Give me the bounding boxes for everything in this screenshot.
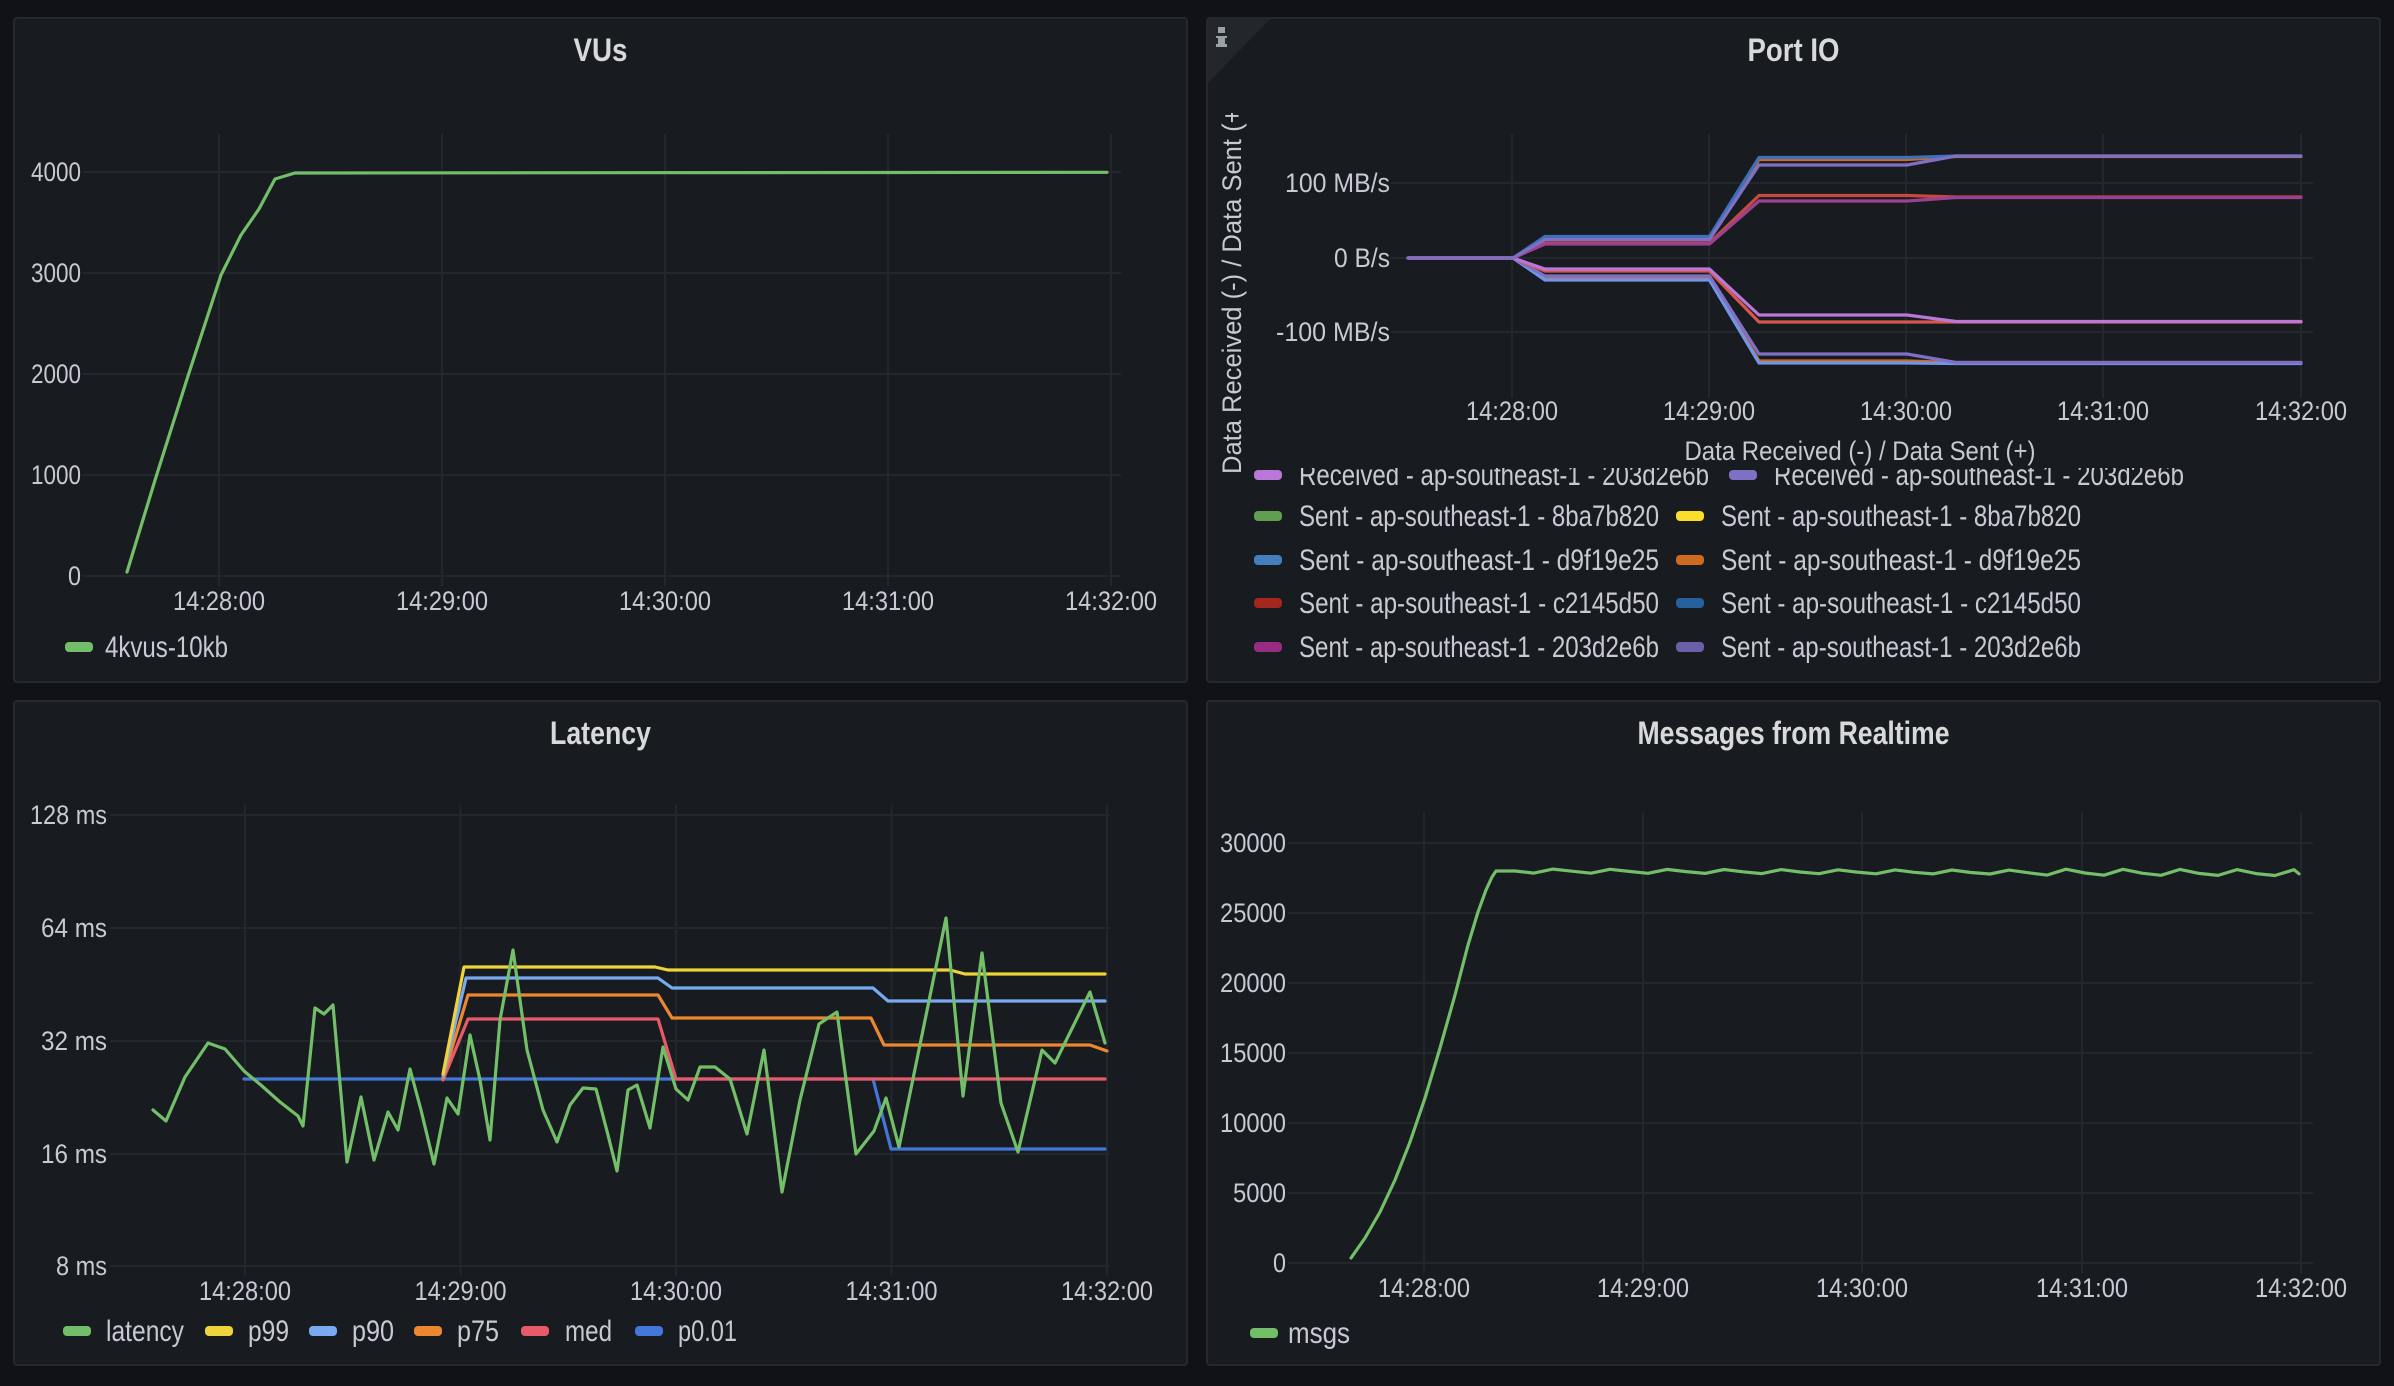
- svg-text:Sent - ap-southeast-1 - c2145d: Sent - ap-southeast-1 - c2145d50: [1721, 587, 2081, 620]
- svg-text:latency: latency: [106, 1315, 184, 1348]
- svg-text:3000: 3000: [31, 258, 81, 288]
- svg-text:0 B/s: 0 B/s: [1334, 243, 1390, 273]
- svg-text:Sent - ap-southeast-1 - c2145d: Sent - ap-southeast-1 - c2145d50: [1299, 587, 1659, 620]
- svg-text:VUs: VUs: [574, 32, 628, 68]
- svg-text:p0.01: p0.01: [678, 1315, 737, 1348]
- svg-text:14:30:00: 14:30:00: [1860, 396, 1952, 426]
- svg-text:14:28:00: 14:28:00: [199, 1276, 291, 1306]
- svg-text:14:32:00: 14:32:00: [1061, 1276, 1153, 1306]
- svg-text:15000: 15000: [1220, 1038, 1286, 1068]
- svg-text:Sent - ap-southeast-1 - d9f19e: Sent - ap-southeast-1 - d9f19e25: [1299, 544, 1659, 577]
- svg-text:med: med: [565, 1315, 612, 1348]
- svg-text:Sent - ap-southeast-1 - 8ba7b8: Sent - ap-southeast-1 - 8ba7b820: [1721, 500, 2081, 533]
- svg-text:14:32:00: 14:32:00: [2255, 1273, 2347, 1303]
- svg-text:14:30:00: 14:30:00: [1816, 1273, 1908, 1303]
- svg-text:2000: 2000: [31, 359, 81, 389]
- svg-text:Sent - ap-southeast-1 - 203d2e: Sent - ap-southeast-1 - 203d2e6b: [1721, 631, 2081, 664]
- svg-text:14:29:00: 14:29:00: [1597, 1273, 1689, 1303]
- svg-text:p75: p75: [457, 1315, 499, 1348]
- svg-text:14:28:00: 14:28:00: [173, 586, 265, 616]
- svg-text:14:31:00: 14:31:00: [846, 1276, 938, 1306]
- svg-text:14:32:00: 14:32:00: [2255, 396, 2347, 426]
- svg-text:Sent - ap-southeast-1 - 203d2e: Sent - ap-southeast-1 - 203d2e6b: [1299, 631, 1659, 664]
- svg-text:p99: p99: [248, 1315, 289, 1348]
- svg-text:14:28:00: 14:28:00: [1378, 1273, 1470, 1303]
- svg-text:14:30:00: 14:30:00: [630, 1276, 722, 1306]
- svg-text:-100 MB/s: -100 MB/s: [1276, 317, 1390, 347]
- svg-text:14:30:00: 14:30:00: [619, 586, 711, 616]
- svg-text:Messages from Realtime: Messages from Realtime: [1638, 715, 1950, 751]
- svg-text:30000: 30000: [1220, 828, 1286, 858]
- svg-text:Port IO: Port IO: [1748, 32, 1840, 68]
- svg-text:0: 0: [68, 561, 81, 591]
- svg-text:8 ms: 8 ms: [56, 1251, 107, 1281]
- svg-text:10000: 10000: [1220, 1108, 1286, 1138]
- svg-text:Data Received (-) / Data Sent: Data Received (-) / Data Sent (+): [1685, 436, 2036, 466]
- svg-text:14:29:00: 14:29:00: [396, 586, 488, 616]
- svg-text:4000: 4000: [31, 157, 81, 187]
- svg-text:5000: 5000: [1233, 1178, 1286, 1208]
- svg-text:Received - ap-southeast-1 - 20: Received - ap-southeast-1 - 203d2e6b: [1299, 459, 1709, 492]
- svg-text:14:28:00: 14:28:00: [1466, 396, 1558, 426]
- svg-text:p90: p90: [352, 1315, 394, 1348]
- svg-text:100 MB/s: 100 MB/s: [1285, 168, 1390, 198]
- svg-text:14:29:00: 14:29:00: [1663, 396, 1755, 426]
- svg-text:20000: 20000: [1220, 968, 1286, 998]
- svg-text:4kvus-10kb: 4kvus-10kb: [105, 631, 228, 664]
- svg-text:14:31:00: 14:31:00: [842, 586, 934, 616]
- svg-text:14:29:00: 14:29:00: [415, 1276, 507, 1306]
- svg-text:14:31:00: 14:31:00: [2036, 1273, 2128, 1303]
- svg-text:128 ms: 128 ms: [30, 800, 107, 830]
- svg-text:14:31:00: 14:31:00: [2057, 396, 2149, 426]
- svg-text:32 ms: 32 ms: [41, 1026, 107, 1056]
- svg-text:Data Received (-) / Data Sent: Data Received (-) / Data Sent (+): [1217, 100, 1247, 474]
- svg-text:Sent - ap-southeast-1 - d9f19e: Sent - ap-southeast-1 - d9f19e25: [1721, 544, 2081, 577]
- svg-text:14:32:00: 14:32:00: [1065, 586, 1157, 616]
- svg-text:64 ms: 64 ms: [41, 913, 107, 943]
- svg-text:0: 0: [1273, 1248, 1286, 1278]
- svg-text:Sent - ap-southeast-1 - 8ba7b8: Sent - ap-southeast-1 - 8ba7b820: [1299, 500, 1659, 533]
- svg-text:16 ms: 16 ms: [41, 1139, 107, 1169]
- svg-text:1000: 1000: [31, 460, 81, 490]
- svg-text:msgs: msgs: [1288, 1317, 1350, 1350]
- svg-text:25000: 25000: [1220, 898, 1286, 928]
- svg-text:Latency: Latency: [550, 715, 651, 751]
